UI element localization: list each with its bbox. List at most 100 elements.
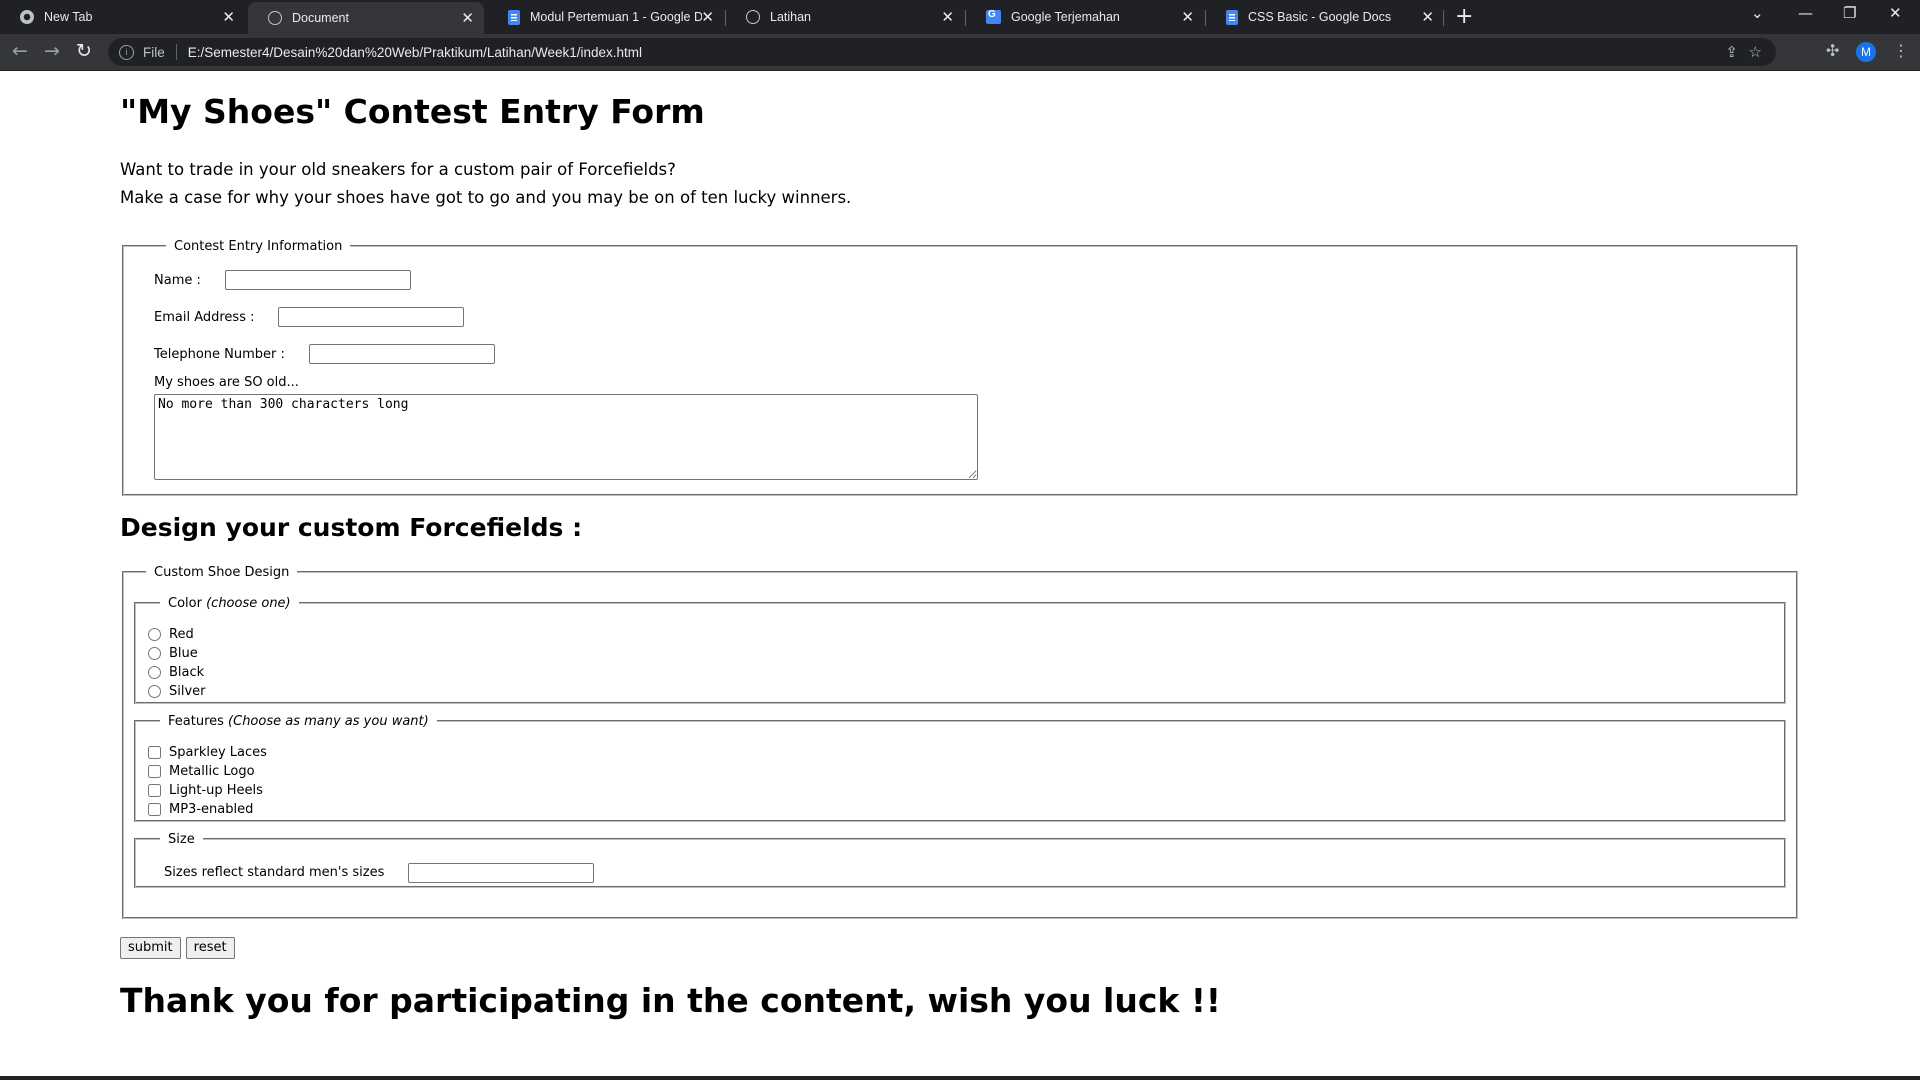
feature-option: Metallic Logo [148,762,1772,781]
translate-icon [986,9,1001,24]
docs-icon [508,9,520,25]
shoes-label: My shoes are SO old... [154,374,299,390]
phone-row: Telephone Number : [154,336,1766,373]
phone-input[interactable] [308,344,495,365]
size-input[interactable] [408,862,595,883]
feature-option-label: Sparkley Laces [169,744,267,760]
tab-modul[interactable]: Modul Pertemuan 1 - Google Do ✕ [488,0,724,34]
color-option-black: Black [148,663,1772,682]
color-legend: Color (choose one) [160,596,299,611]
feature-option-label: Light-up Heels [169,782,263,798]
color-option-label: Blue [169,645,198,661]
close-icon[interactable]: ✕ [1421,8,1434,26]
contest-legend: Contest Entry Information [174,238,343,254]
design-heading: Design your custom Forcefields : [120,512,583,542]
info-icon[interactable]: i [119,44,134,60]
color-option-red: Red [148,625,1772,644]
feature-checkbox-metallic-logo[interactable] [148,764,161,778]
minimize-icon[interactable]: — [1798,4,1813,22]
thanks-heading: Thank you for participating in the conte… [120,980,1221,1020]
custom-legend: Custom Shoe Design [154,564,290,580]
feature-option: MP3-enabled [148,800,1772,819]
shoes-textarea[interactable]: No more than 300 characters long [154,393,978,480]
menu-icon[interactable]: ⋮ [1893,41,1909,60]
color-radio-silver[interactable] [148,684,161,698]
close-icon[interactable]: ✕ [461,9,474,27]
color-radio-black[interactable] [148,665,161,679]
feature-checkbox-light-up-heels[interactable] [148,783,161,797]
back-icon[interactable]: ← [12,40,28,62]
contest-entry-fieldset: Contest Entry Information Name : Email A… [122,238,1798,496]
feature-option: Sparkley Laces [148,743,1772,762]
feature-option-label: Metallic Logo [169,763,255,779]
features-legend: Features (Choose as many as you want) [160,714,437,729]
color-option-label: Silver [169,683,206,699]
tab-strip: New Tab ✕ Document ✕ Modul Pertemuan 1 -… [0,0,1920,34]
features-legend-note: (Choose as many as you want) [228,713,429,729]
tab-search-icon[interactable]: ⌄ [1751,4,1764,22]
size-legend: Size [168,831,195,847]
color-option-blue: Blue [148,644,1772,663]
avatar[interactable]: M [1856,42,1876,62]
name-input[interactable] [224,270,411,291]
close-icon[interactable]: ✕ [222,8,235,26]
phone-label: Telephone Number : [154,346,285,362]
extensions-icon[interactable]: ✣ [1826,41,1839,60]
intro-text: Want to trade in your old sneakers for a… [120,156,1798,212]
name-row: Name : [154,262,1766,299]
size-row: Sizes reflect standard men's sizes [164,855,1772,891]
tab-label: CSS Basic - Google Docs [1248,10,1392,24]
tab-label: Latihan [770,10,812,24]
submit-button[interactable]: submit [120,936,181,959]
chrome-icon [20,10,34,24]
address-protocol: File [143,44,165,60]
tab-latihan[interactable]: Latihan ✕ [726,0,964,34]
email-label: Email Address : [154,309,255,325]
color-option-label: Red [169,626,194,642]
close-icon[interactable]: ✕ [941,8,954,26]
tab-label: New Tab [44,10,93,24]
close-window-icon[interactable]: ✕ [1889,4,1902,22]
tab-document[interactable]: Document ✕ [248,2,484,34]
color-option-silver: Silver [148,682,1772,701]
share-icon[interactable]: ⇪ [1725,43,1738,61]
intro-line-2: Make a case for why your shoes have got … [120,187,852,207]
size-label: Sizes reflect standard men's sizes [164,865,385,881]
address-bar[interactable]: i File E:/Semester4/Desain%20dan%20Web/P… [108,38,1776,66]
tab-google-terjemahan[interactable]: Google Terjemahan ✕ [966,0,1204,34]
features-legend-text: Features [168,713,224,729]
docs-icon [1226,9,1238,25]
new-tab-button[interactable]: + [1455,4,1473,29]
color-option-label: Black [169,664,205,680]
globe-icon [268,11,282,25]
address-url[interactable]: E:/Semester4/Desain%20dan%20Web/Praktiku… [188,45,642,60]
close-icon[interactable]: ✕ [701,8,714,26]
name-label: Name : [154,272,201,288]
color-radio-red[interactable] [148,627,161,641]
tab-new-tab[interactable]: New Tab ✕ [0,0,245,34]
email-row: Email Address : [154,299,1766,336]
close-icon[interactable]: ✕ [1181,8,1194,26]
restore-icon[interactable]: ❐ [1843,4,1856,22]
color-fieldset: Color (choose one) Red Blue Black Silver [134,595,1786,704]
form-buttons: submit reset [120,936,1798,959]
forward-icon[interactable]: → [44,40,60,62]
email-input[interactable] [278,307,465,328]
color-legend-note: (choose one) [206,595,291,611]
taskbar-edge [0,1076,1920,1080]
feature-option: Light-up Heels [148,781,1772,800]
color-radio-blue[interactable] [148,646,161,660]
globe-icon [746,10,760,24]
page-content: "My Shoes" Contest Entry Form Want to tr… [0,71,1920,1020]
page-title: "My Shoes" Contest Entry Form [120,92,705,131]
custom-shoe-fieldset: Custom Shoe Design Color (choose one) Re… [122,564,1798,919]
reset-button[interactable]: reset [185,936,235,959]
feature-checkbox-sparkley-laces[interactable] [148,745,161,759]
bookmark-star-icon[interactable]: ☆ [1749,43,1762,61]
reload-icon[interactable]: ↻ [76,40,92,62]
tab-css-basic[interactable]: CSS Basic - Google Docs ✕ [1206,0,1444,34]
browser-toolbar: ← → ↻ i File E:/Semester4/Desain%20dan%2… [0,34,1920,71]
size-fieldset: Size Sizes reflect standard men's sizes [134,831,1786,891]
feature-checkbox-mp3-enabled[interactable] [148,802,161,816]
color-legend-text: Color [168,595,202,611]
